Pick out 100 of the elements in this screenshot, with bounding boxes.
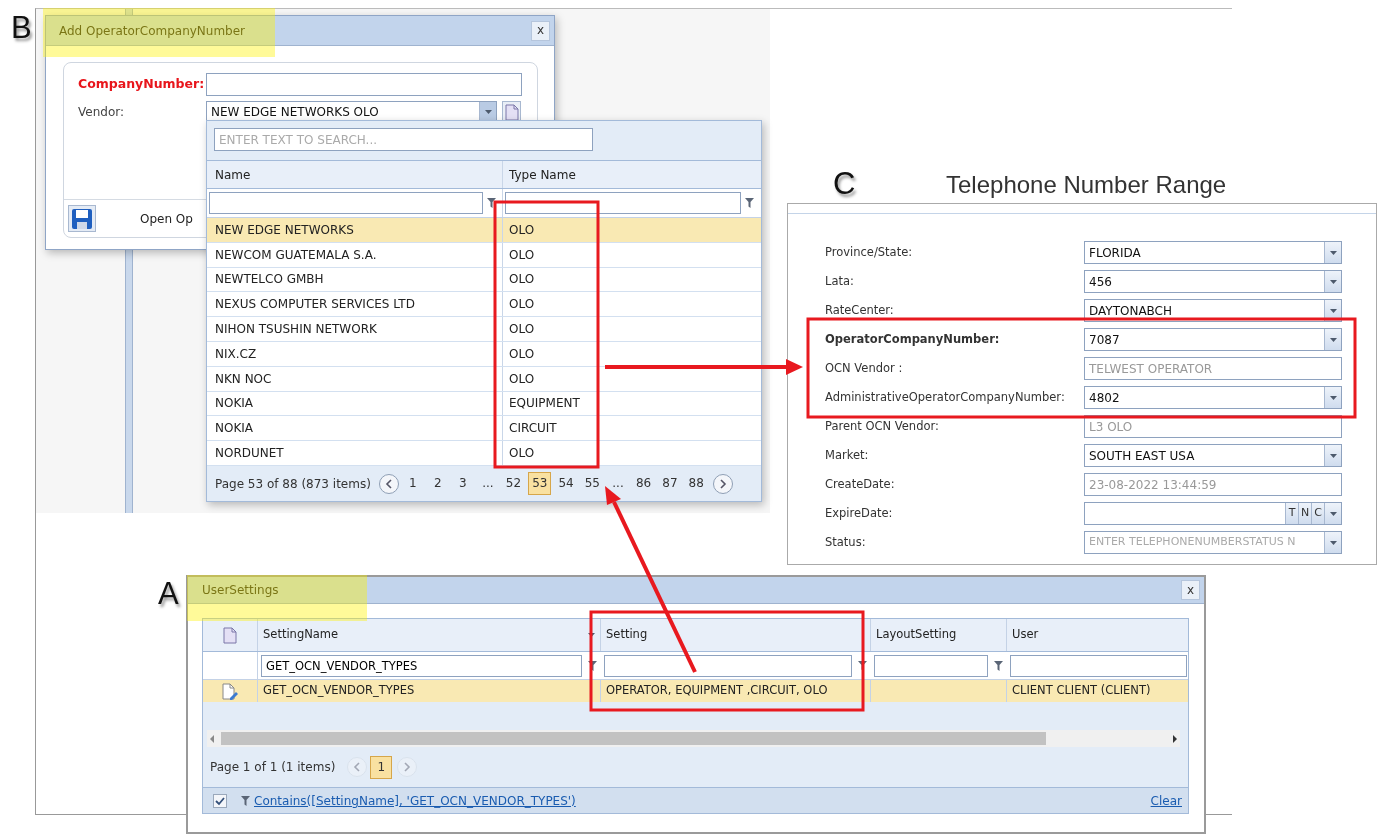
- list-row[interactable]: NOKIA EQUIPMENT: [207, 391, 761, 417]
- readonly-field: 23-08-2022 13:44:59: [1084, 473, 1342, 496]
- page-link[interactable]: 1: [401, 472, 424, 496]
- page-link[interactable]: 52: [501, 472, 526, 496]
- dropdown-button[interactable]: [1324, 532, 1341, 553]
- dropdown-button[interactable]: [1324, 387, 1341, 408]
- close-button[interactable]: x: [1181, 580, 1200, 600]
- field-label: Status:: [824, 533, 867, 551]
- page-link[interactable]: 1: [370, 755, 393, 779]
- page-link[interactable]: 87: [658, 472, 682, 496]
- next-page-button[interactable]: [712, 473, 733, 494]
- dropdown-field[interactable]: SOUTH EAST USA: [1084, 444, 1342, 467]
- field-label: OCN Vendor :: [824, 359, 904, 377]
- column-header[interactable]: SettingName: [258, 619, 601, 651]
- dropdown-button[interactable]: [479, 101, 496, 123]
- date-shortcut-button[interactable]: C: [1311, 503, 1324, 524]
- cell-text: OLO: [509, 445, 535, 463]
- check-icon: [215, 796, 225, 806]
- dropdown-field[interactable]: 7087: [1084, 328, 1342, 351]
- column-header[interactable]: LayoutSetting: [871, 619, 1007, 651]
- chevron-left-icon: [353, 762, 362, 772]
- grid-row[interactable]: GET_OCN_VENDOR_TYPES OPERATOR, EQUIPMENT ,CIRCUIT, OLO CLIENT CLIENT (CLIENT): [203, 680, 1188, 702]
- dropdown-button[interactable]: [1324, 445, 1341, 466]
- field-label: CompanyNumber:: [78, 74, 206, 93]
- filter-field[interactable]: [604, 654, 852, 677]
- page-link[interactable]: ...: [476, 472, 499, 496]
- close-button[interactable]: x: [531, 20, 550, 41]
- dropdown-button[interactable]: [1324, 503, 1341, 524]
- field-label: AdministrativeOperatorCompanyNumber:: [824, 388, 1066, 406]
- filter-field[interactable]: [874, 654, 988, 677]
- caret-icon: [1329, 308, 1337, 313]
- panel-letter: A: [158, 578, 179, 609]
- save-button[interactable]: [68, 205, 96, 232]
- dropdown-button[interactable]: [1324, 242, 1341, 263]
- page-link[interactable]: 86: [632, 472, 656, 496]
- cell-text: OLO: [509, 370, 535, 388]
- column-header[interactable]: User: [1007, 619, 1188, 651]
- page-link[interactable]: 88: [684, 472, 708, 496]
- filter-icon[interactable]: [588, 660, 597, 671]
- dropdown-button[interactable]: [1324, 329, 1341, 350]
- input-field[interactable]: ENTER TELEPHONENUMBERSTATUS N: [1085, 532, 1324, 553]
- filter-expression-link[interactable]: Contains([SettingName], 'GET_OCN_VENDOR_TYPES'): [254, 792, 576, 810]
- horizontal-scrollbar[interactable]: [207, 730, 1180, 747]
- cell-text: NEWCOM GUATEMALA S.A.: [215, 246, 377, 264]
- edit-button[interactable]: [222, 682, 238, 700]
- filter-icon[interactable]: [994, 660, 1003, 671]
- cell-text: OLO: [509, 246, 535, 264]
- page-link[interactable]: 2: [426, 472, 449, 496]
- page-link[interactable]: 3: [451, 472, 474, 496]
- panel-letter: B: [11, 12, 32, 43]
- filter-field[interactable]: GET_OCN_VENDOR_TYPES: [261, 654, 582, 677]
- readonly-field: L3 OLO: [1084, 415, 1342, 438]
- cell-text: NEWTELCO GMBH: [215, 271, 324, 289]
- dropdown-field[interactable]: ENTER TELEPHONENUMBERSTATUS N: [1084, 531, 1342, 554]
- chevron-right-icon: [718, 478, 727, 489]
- list-row[interactable]: NEWCOM GUATEMALA S.A. OLO: [207, 242, 761, 268]
- dropdown-button[interactable]: [1324, 271, 1341, 292]
- column-header[interactable]: Name: [207, 161, 503, 188]
- list-row[interactable]: NEWTELCO GMBH OLO: [207, 267, 761, 293]
- scroll-right-icon[interactable]: [1170, 734, 1180, 743]
- field-label: Market:: [824, 446, 870, 464]
- filter-field[interactable]: [505, 192, 741, 214]
- list-row[interactable]: NIHON TSUSHIN NETWORK OLO: [207, 317, 761, 342]
- list-row[interactable]: NEXUS COMPUTER SERVICES LTD OLO: [207, 292, 761, 318]
- previous-page-button[interactable]: [378, 473, 399, 494]
- column-header[interactable]: Type Name: [503, 161, 761, 188]
- filter-field[interactable]: [1010, 654, 1187, 677]
- date-shortcut-button[interactable]: N: [1298, 503, 1311, 524]
- dropdown-field[interactable]: FLORIDA: [1084, 241, 1342, 264]
- filter-icon[interactable]: [241, 796, 250, 806]
- filter-field[interactable]: [209, 192, 483, 214]
- page-link[interactable]: ...: [607, 472, 629, 496]
- readonly-field: TELWEST OPERATOR: [1084, 357, 1342, 380]
- input-field[interactable]: [206, 72, 522, 96]
- column-header[interactable]: Setting: [601, 619, 871, 651]
- field-label: ExpireDate:: [824, 504, 894, 522]
- page-link[interactable]: 55: [580, 472, 604, 496]
- page-link[interactable]: 53: [528, 472, 552, 496]
- caret-icon: [1329, 250, 1337, 255]
- filter-icon[interactable]: [487, 198, 496, 208]
- caret-icon: [1329, 279, 1337, 284]
- search-field[interactable]: ENTER TEXT TO SEARCH...: [214, 128, 593, 151]
- cell-text: NKN NOC: [215, 370, 272, 388]
- checkbox[interactable]: [213, 794, 227, 808]
- list-row[interactable]: NOKIA CIRCUIT: [207, 416, 761, 442]
- date-shortcut-button[interactable]: T: [1285, 503, 1298, 524]
- list-row[interactable]: NEW EDGE NETWORKS OLO: [207, 218, 761, 243]
- dropdown-field[interactable]: 4802: [1084, 386, 1342, 409]
- dropdown-field[interactable]: DAYTONABCH: [1084, 299, 1342, 322]
- cell-text: OLO: [509, 321, 535, 339]
- clear-link[interactable]: Clear: [1150, 792, 1182, 810]
- window-title: UserSettings: [201, 582, 279, 599]
- window-title: Add OperatorCompanyNumber: [58, 22, 246, 40]
- new-row-button[interactable]: [223, 626, 237, 644]
- date-field[interactable]: T N C: [1084, 502, 1342, 525]
- filter-icon[interactable]: [745, 198, 754, 208]
- list-row[interactable]: NORDUNET OLO: [207, 441, 761, 466]
- cell-text: NORDUNET: [215, 445, 284, 463]
- dropdown-field[interactable]: 456: [1084, 270, 1342, 293]
- page-link[interactable]: 54: [554, 472, 578, 496]
